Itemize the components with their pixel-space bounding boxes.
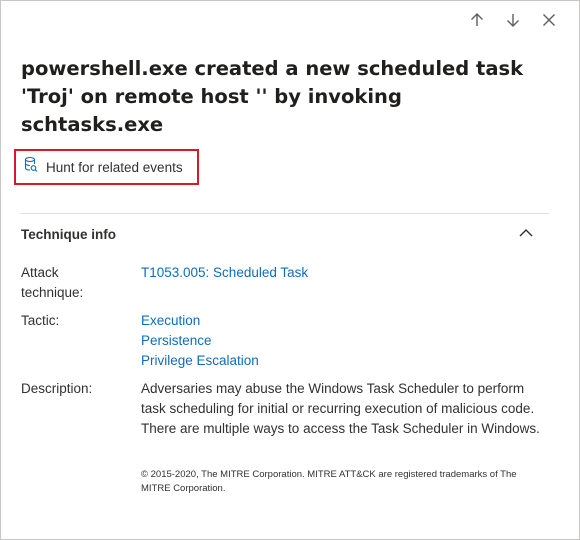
chevron-up-icon[interactable] — [519, 225, 533, 243]
panel-navigation — [463, 11, 563, 33]
tactic-link-privilege-escalation[interactable]: Privilege Escalation — [141, 351, 546, 371]
arrow-down-icon — [505, 12, 521, 33]
hunt-for-related-events-button[interactable]: Hunt for related events — [14, 149, 199, 185]
technique-info-title: Technique info — [21, 226, 116, 242]
attack-technique-value: T1053.005: Scheduled Task — [141, 263, 546, 283]
tactic-link-persistence[interactable]: Persistence — [141, 331, 546, 351]
close-icon — [542, 13, 556, 32]
technique-info-header[interactable]: Technique info — [21, 223, 541, 245]
section-divider — [21, 213, 549, 214]
description-text: Adversaries may abuse the Windows Task S… — [141, 381, 540, 436]
previous-button[interactable] — [463, 11, 491, 33]
alert-details-panel: powershell.exe created a new scheduled t… — [0, 0, 580, 540]
attack-technique-link[interactable]: T1053.005: Scheduled Task — [141, 263, 546, 283]
tactic-list: Execution Persistence Privilege Escalati… — [141, 311, 546, 371]
description-label: Description: — [21, 381, 93, 396]
arrow-up-icon — [469, 12, 485, 33]
alert-title: powershell.exe created a new scheduled t… — [21, 57, 524, 136]
close-button[interactable] — [535, 11, 563, 33]
database-search-icon — [24, 156, 38, 179]
tactic-label: Tactic: — [21, 313, 60, 328]
mitre-copyright: © 2015-2020, The MITRE Corporation. MITR… — [141, 469, 517, 494]
attack-technique-label: Attack technique: — [21, 265, 84, 300]
next-button[interactable] — [499, 11, 527, 33]
hunt-label: Hunt for related events — [46, 159, 183, 175]
tactic-link-execution[interactable]: Execution — [141, 311, 546, 331]
